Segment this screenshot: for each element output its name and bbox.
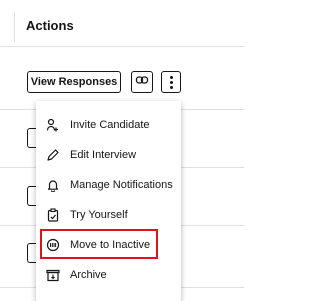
menu-item-label: Manage Notifications bbox=[70, 179, 173, 191]
actions-column-header: Actions bbox=[26, 18, 74, 33]
archive-icon bbox=[46, 268, 60, 282]
row-separator bbox=[0, 46, 244, 47]
menu-item-move-to-inactive[interactable]: Move to Inactive bbox=[36, 230, 181, 260]
bell-icon bbox=[46, 178, 60, 192]
actions-dropdown-menu: Invite Candidate Edit Interview Manage N… bbox=[36, 101, 181, 301]
inactive-icon bbox=[46, 238, 60, 252]
menu-item-manage-notifications[interactable]: Manage Notifications bbox=[36, 170, 181, 200]
clipboard-icon bbox=[46, 208, 60, 222]
menu-item-label: Invite Candidate bbox=[70, 119, 150, 131]
user-plus-icon bbox=[46, 118, 60, 132]
menu-item-label: Try Yourself bbox=[70, 209, 128, 221]
link-icon bbox=[135, 73, 149, 92]
view-responses-button[interactable]: View Responses bbox=[27, 71, 121, 93]
menu-item-archive[interactable]: Archive bbox=[36, 260, 181, 290]
more-actions-button[interactable] bbox=[161, 71, 181, 93]
menu-item-label: Edit Interview bbox=[70, 149, 137, 161]
header-divider bbox=[14, 12, 15, 42]
menu-item-label: Archive bbox=[70, 269, 107, 281]
menu-item-edit-interview[interactable]: Edit Interview bbox=[36, 140, 181, 170]
copy-link-button[interactable] bbox=[131, 71, 153, 93]
menu-item-invite-candidate[interactable]: Invite Candidate bbox=[36, 110, 181, 140]
menu-item-try-yourself[interactable]: Try Yourself bbox=[36, 200, 181, 230]
menu-item-label: Move to Inactive bbox=[70, 239, 151, 251]
pencil-icon bbox=[46, 148, 60, 162]
overflow-menu-icon bbox=[169, 74, 173, 91]
